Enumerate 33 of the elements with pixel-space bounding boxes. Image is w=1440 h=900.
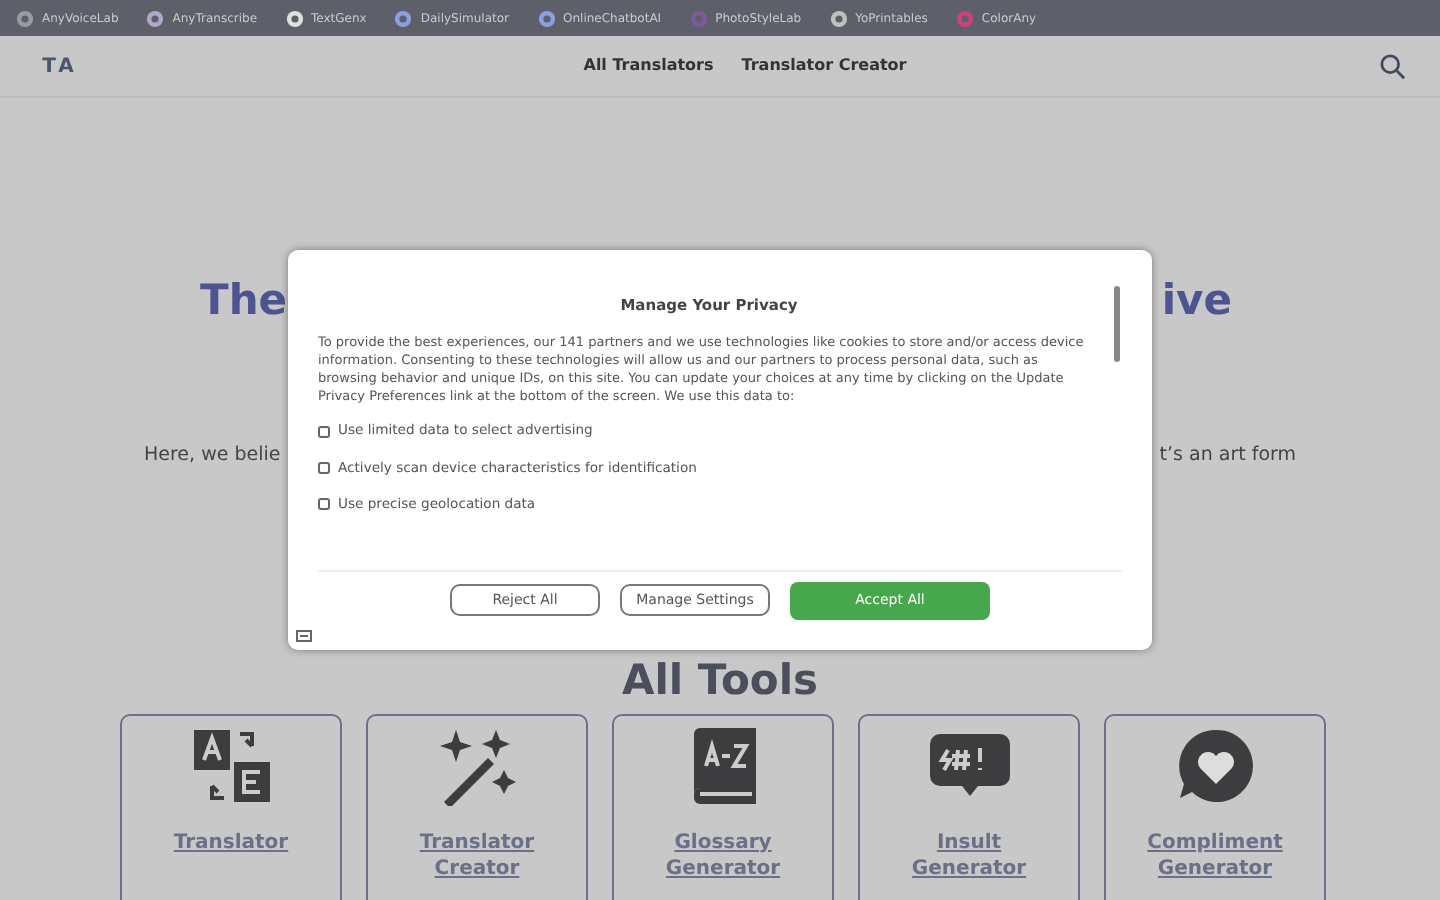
heart-bubble-icon: [1173, 726, 1257, 806]
search-icon[interactable]: [1380, 53, 1406, 79]
tool-card[interactable]: Translator: [120, 714, 342, 900]
section-title: All Tools: [619, 654, 821, 706]
purpose-icon: [318, 425, 330, 438]
purpose-icon: [318, 497, 330, 510]
site-logo-icon: [689, 9, 708, 27]
site-logo-icon: [146, 9, 165, 27]
tool-link[interactable]: Translator: [149, 830, 313, 856]
tool-card[interactable]: Compliment Generator: [1104, 714, 1326, 900]
headline: ive: [1161, 274, 1232, 328]
tool-link[interactable]: Translator Creator: [395, 830, 559, 882]
intro-text: t’s an art form: [1159, 442, 1296, 470]
headline: The: [200, 274, 288, 328]
site-logo-icon: [829, 9, 848, 27]
cookie-settings-icon[interactable]: [296, 630, 312, 642]
tool-card[interactable]: Translator Creator: [366, 714, 588, 900]
intro-text: Here, we belie: [144, 442, 281, 470]
site-logo-icon: [537, 9, 555, 27]
tool-link[interactable]: Compliment Generator: [1133, 830, 1297, 882]
tool-link[interactable]: Insult Generator: [887, 830, 1051, 882]
tool-link[interactable]: Glossary Generator: [641, 830, 805, 882]
nav-link[interactable]: All Translators: [583, 54, 714, 78]
site-logo-icon: [16, 9, 34, 27]
site-logo-icon: [955, 9, 974, 27]
translate-icon: [189, 726, 273, 806]
tool-card[interactable]: Insult Generator: [858, 714, 1080, 900]
tool-card[interactable]: Glossary Generator: [612, 714, 834, 900]
nav-link[interactable]: Translator Creator: [741, 54, 907, 78]
logo[interactable]: TA: [34, 42, 86, 90]
site-logo-icon: [285, 9, 304, 27]
purpose-icon: [318, 461, 330, 474]
site-logo-icon: [394, 9, 413, 27]
